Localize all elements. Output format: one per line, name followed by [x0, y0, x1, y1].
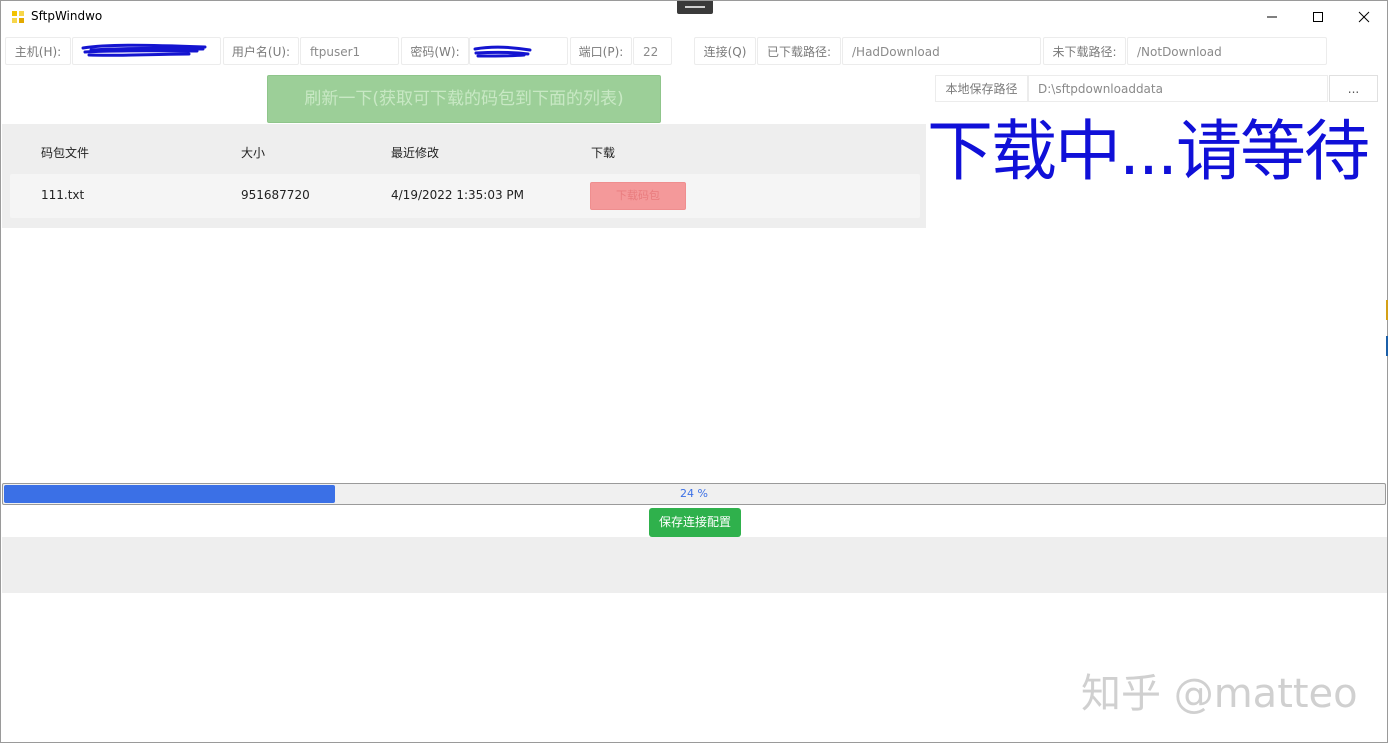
watermark: 知乎 @matteo [1081, 671, 1358, 717]
header-download: 下载 [591, 146, 616, 160]
file-size: 951687720 [241, 188, 310, 202]
minimize-icon [1267, 16, 1277, 18]
header-modified: 最近修改 [391, 146, 440, 160]
title-bar[interactable]: SftpWindwo [1, 1, 1387, 33]
host-label: 主机(H): [5, 37, 71, 65]
password-label: 密码(W): [401, 37, 469, 65]
log-panel [2, 537, 1387, 593]
close-button[interactable] [1341, 1, 1387, 33]
not-downloaded-path-label: 未下载路径: [1043, 37, 1126, 65]
header-size: 大小 [241, 146, 266, 160]
maximize-button[interactable] [1295, 1, 1341, 33]
browse-button[interactable]: ... [1329, 75, 1378, 102]
port-field[interactable]: 22 [633, 37, 672, 65]
maximize-icon [1313, 12, 1323, 22]
download-progress-bar: 24 % [2, 483, 1386, 505]
app-icon [11, 10, 25, 24]
refresh-button[interactable]: 刷新一下(获取可下载的码包到下面的列表) [267, 75, 661, 123]
download-status-text: 下载中...请等待 [927, 113, 1370, 190]
file-modified: 4/19/2022 1:35:03 PM [391, 188, 525, 202]
not-downloaded-path-field[interactable]: /NotDownload [1127, 37, 1327, 65]
local-path-label: 本地保存路径 [935, 75, 1028, 102]
password-field[interactable] [469, 37, 568, 65]
redaction-scribble [473, 45, 532, 58]
window-title: SftpWindwo [31, 9, 103, 23]
user-label: 用户名(U): [223, 37, 299, 65]
drag-grip-icon[interactable] [677, 1, 713, 14]
connect-button[interactable]: 连接(Q) [694, 37, 756, 65]
main-window: SftpWindwo 主机(H): 用户名(U): ftpuser1 密码(W)… [0, 0, 1388, 743]
progress-label: 24 % [680, 487, 708, 500]
file-table: 码包文件 大小 最近修改 下载 111.txt 951687720 4/19/2… [2, 124, 926, 228]
port-label: 端口(P): [570, 37, 632, 65]
close-icon [1358, 11, 1370, 23]
download-package-button[interactable]: 下载码包 [590, 182, 686, 210]
file-name: 111.txt [41, 188, 85, 202]
downloaded-path-field[interactable]: /HadDownload [842, 37, 1041, 65]
header-file: 码包文件 [41, 146, 90, 160]
minimize-button[interactable] [1249, 1, 1295, 33]
host-field[interactable] [72, 37, 221, 65]
redaction-scribble [81, 43, 207, 57]
save-config-button[interactable]: 保存连接配置 [649, 508, 741, 537]
downloaded-path-label: 已下载路径: [757, 37, 841, 65]
local-path-field[interactable]: D:\sftpdownloaddata [1028, 75, 1328, 102]
user-field[interactable]: ftpuser1 [300, 37, 399, 65]
table-row[interactable]: 111.txt 951687720 4/19/2022 1:35:03 PM 下… [10, 174, 920, 218]
